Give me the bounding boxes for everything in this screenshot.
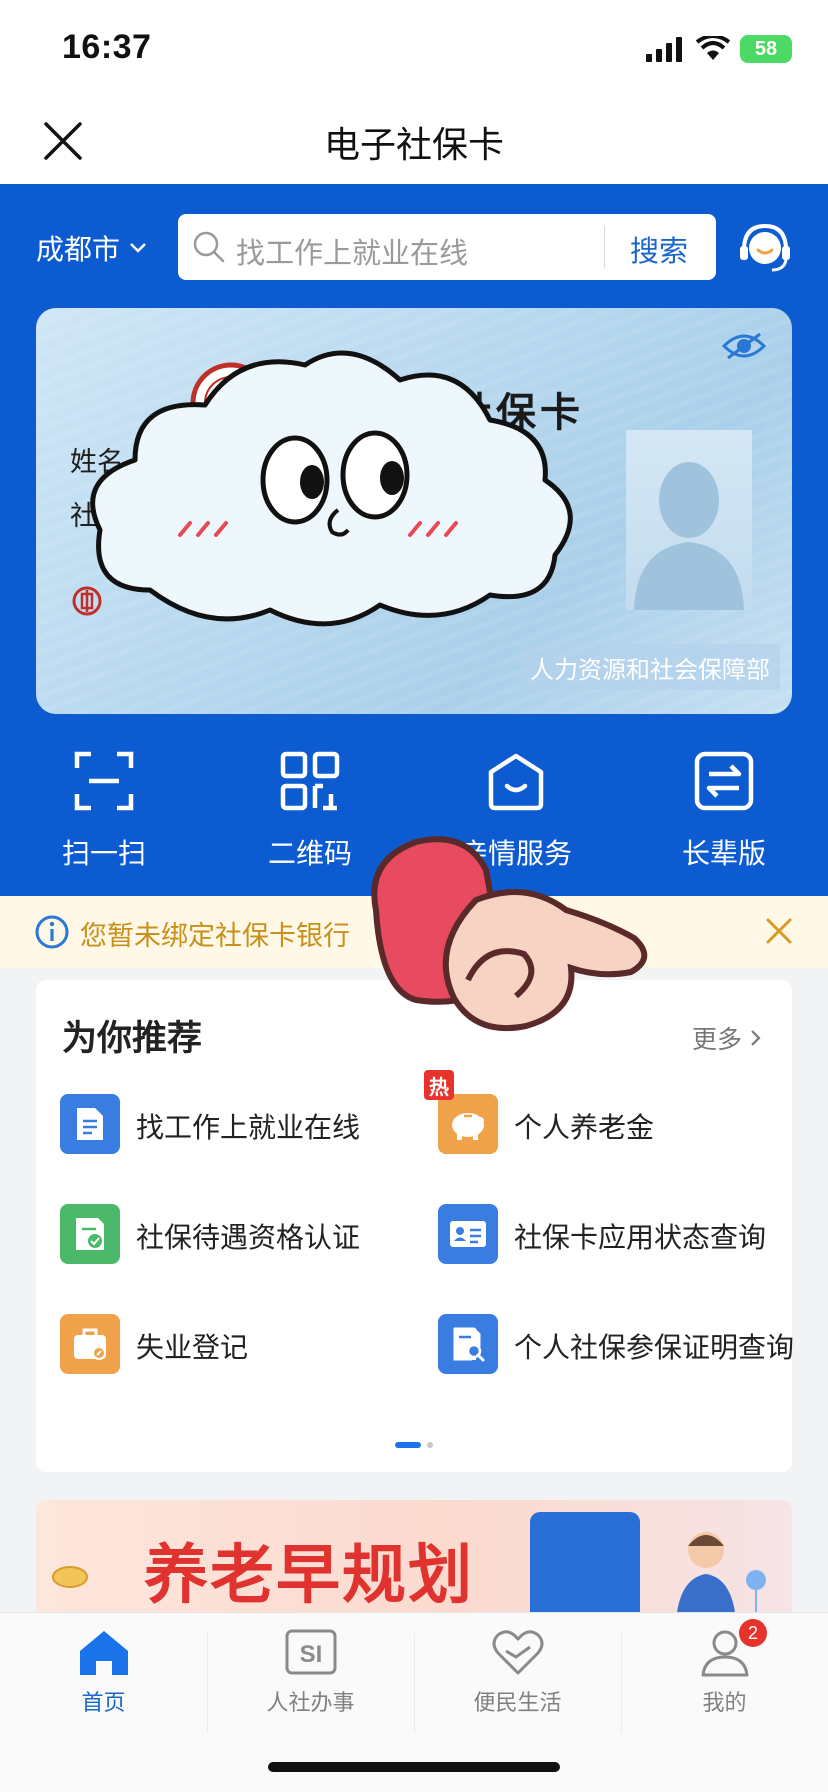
page-dot-active: [395, 1442, 421, 1448]
city-selector[interactable]: 成都市: [36, 228, 148, 268]
wifi-icon: [696, 36, 730, 60]
page-title: 电子社保卡: [323, 125, 504, 166]
elder-mode-icon: [694, 751, 754, 811]
quick-action-label: 扫一扫: [61, 837, 146, 870]
status-time: 16:37: [62, 28, 152, 66]
tab-label: 人社办事: [266, 1691, 355, 1716]
service-item[interactable]: 找工作上就业在线: [60, 1082, 420, 1172]
tab-life[interactable]: 便民生活: [414, 1627, 621, 1727]
tab-label: 便民生活: [473, 1691, 562, 1716]
status-icons: 58: [646, 34, 792, 64]
tab-label: 首页: [81, 1691, 126, 1716]
more-link[interactable]: 更多: [692, 1020, 762, 1056]
scan-icon: [74, 751, 134, 811]
service-label: 个人社保参保证明查询: [514, 1330, 795, 1364]
service-item[interactable]: 社保待遇资格认证: [60, 1192, 420, 1282]
battery-level: 58: [754, 37, 778, 60]
notification-badge: 2: [739, 1619, 767, 1647]
pointing-hand-sticker: [371, 836, 648, 1032]
piggy-bank-icon: [438, 1094, 498, 1154]
recommend-section: 为你推荐 更多 找工作上就业在线 热 个人养老金 社保待遇资格认证 社保卡应用状…: [36, 980, 794, 1472]
close-icon[interactable]: [764, 916, 794, 946]
service-label: 找工作上就业在线: [136, 1110, 361, 1144]
service-label: 个人养老金: [514, 1110, 655, 1144]
svg-text:SI: SI: [299, 1641, 322, 1668]
eye-icon[interactable]: [722, 330, 766, 362]
banner-person-illustration: [676, 1532, 766, 1620]
card-issuer-text: 人力资源和社会保障部: [530, 655, 770, 684]
tab-label: 我的: [702, 1691, 747, 1716]
promo-banner[interactable]: 养老早规划: [36, 1500, 792, 1620]
quick-action-scan[interactable]: 扫一扫: [4, 744, 204, 872]
city-label: 成都市: [36, 233, 121, 266]
banner-phone-illustration: [530, 1512, 640, 1620]
section-title: 为你推荐: [62, 1019, 203, 1059]
service-label: 社保待遇资格认证: [136, 1220, 361, 1254]
document-icon: [60, 1094, 120, 1154]
qrcode-icon: [280, 751, 340, 811]
home-icon: [79, 1631, 128, 1675]
status-bar: 16:37 58: [0, 0, 828, 96]
briefcase-icon: [60, 1314, 120, 1374]
page-indicator: [36, 1442, 792, 1448]
more-label: 更多: [691, 1025, 742, 1054]
nav-bar: 电子社保卡: [0, 96, 828, 184]
card-issuer: 人力资源和社会保障部: [520, 644, 780, 690]
notice-text: 您暂未绑定社保卡银行: [80, 921, 350, 952]
tab-home[interactable]: 首页: [0, 1627, 207, 1727]
certify-icon: [60, 1204, 120, 1264]
home-indicator: [268, 1762, 560, 1772]
search-divider: [604, 226, 605, 268]
service-item[interactable]: 个人社保参保证明查询: [438, 1302, 798, 1392]
heart-hands-icon: [492, 1630, 543, 1675]
service-item[interactable]: 社保卡应用状态查询: [438, 1192, 798, 1282]
hot-badge: 热: [424, 1070, 454, 1100]
search-icon: [193, 231, 225, 263]
avatar-silhouette-icon: [634, 462, 744, 610]
chevron-right-icon: [751, 1030, 761, 1046]
search-input[interactable]: 找工作上就业在线: [236, 230, 468, 272]
service-label: 社保卡应用状态查询: [514, 1220, 767, 1254]
card-photo: [626, 430, 752, 610]
info-icon: [35, 915, 69, 949]
signal-icon: [646, 37, 682, 62]
search-button[interactable]: 搜索: [630, 228, 688, 270]
service-item[interactable]: 失业登记: [60, 1302, 420, 1392]
tab-mine[interactable]: 2 我的: [621, 1619, 828, 1727]
banner-title: 养老早规划: [144, 1539, 474, 1613]
tab-services[interactable]: SI 人社办事: [207, 1627, 414, 1727]
search-bar[interactable]: 找工作上就业在线 搜索: [178, 214, 716, 280]
certificate-search-icon: [438, 1314, 498, 1374]
battery-indicator: 58: [740, 35, 792, 63]
customer-service-icon[interactable]: [736, 218, 794, 276]
id-card-icon: [438, 1204, 498, 1264]
si-icon: SI: [285, 1629, 336, 1675]
chevron-down-icon: [130, 243, 146, 253]
service-item[interactable]: 热 个人养老金: [424, 1070, 798, 1172]
family-service-icon: [488, 753, 544, 811]
coin-icon: [52, 1566, 88, 1588]
service-label: 失业登记: [136, 1330, 249, 1364]
cloud-sticker: [90, 350, 573, 627]
page-dot: [427, 1442, 433, 1448]
